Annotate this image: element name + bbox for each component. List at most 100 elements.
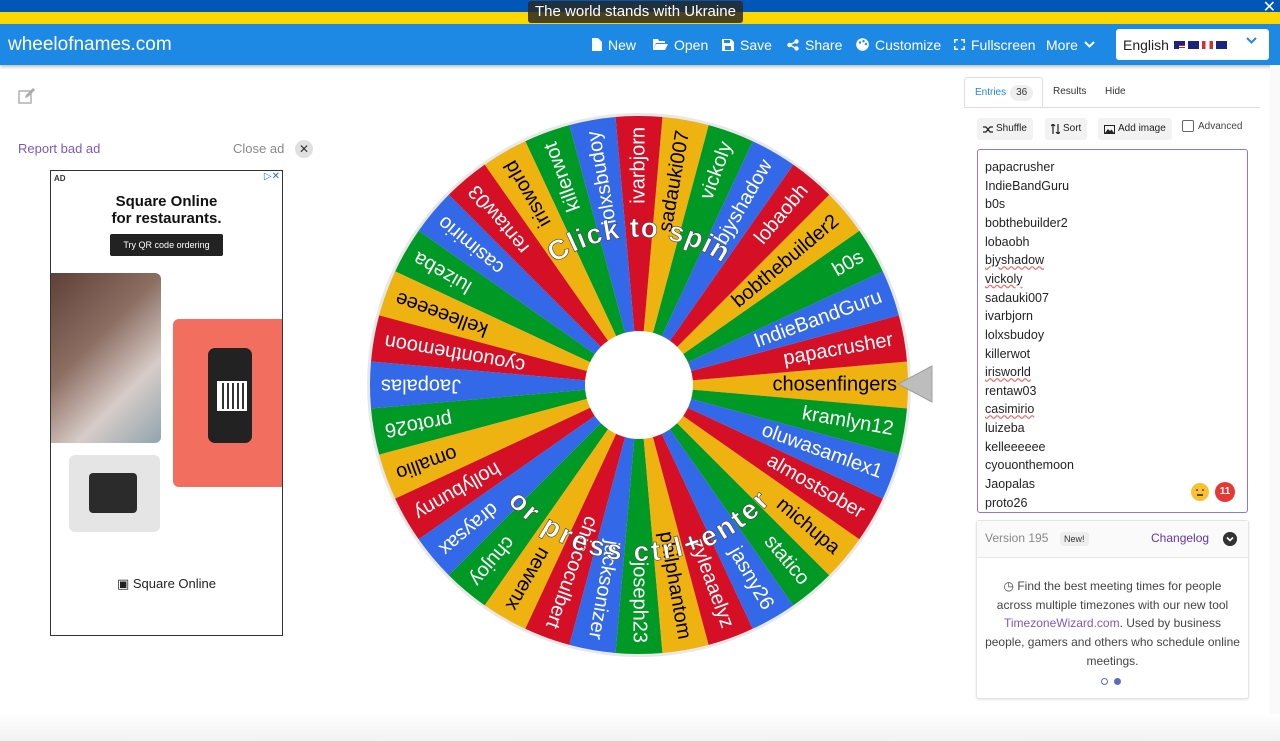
sort-icon	[1051, 124, 1060, 134]
customize-label: Customize	[875, 36, 942, 53]
entry-item: cyouonthemoon	[985, 458, 1074, 473]
entry-item: proto26	[985, 495, 1028, 510]
ad-headline-line-1: Square Online	[115, 193, 218, 210]
ad-tag: AD	[54, 174, 66, 183]
shuffle-button[interactable]: Shuffle	[977, 118, 1033, 140]
info-card: Version 195 New! Changelog ◷ Find the be…	[976, 520, 1249, 699]
entry-item: b0s	[985, 197, 1006, 212]
report-bad-ad-link[interactable]: Report bad ad	[18, 141, 100, 156]
page-scrollbar[interactable]	[1270, 65, 1280, 715]
entry-item: ivarbjorn	[985, 309, 1033, 324]
ad-headline-line-2: for restaurants.	[111, 210, 222, 227]
close-ad-icon[interactable]: ✕	[295, 140, 313, 158]
chevron-down-icon[interactable]	[1223, 532, 1237, 546]
banner-message: The world stands with Ukraine	[528, 1, 743, 23]
more-label: More	[1046, 36, 1078, 53]
clock-icon: ◷	[1003, 579, 1014, 593]
wheel-segment-label: joseph23	[629, 561, 651, 643]
entry-item: vickoly	[985, 271, 1023, 286]
save-label: Save	[740, 36, 772, 53]
uk-flag-icon	[1187, 40, 1199, 49]
add-image-button[interactable]: Add image	[1098, 118, 1172, 140]
image-icon	[1104, 124, 1115, 134]
entry-item: killerwot	[985, 346, 1031, 361]
entry-item: sadauki007	[985, 290, 1049, 305]
advanced-toggle[interactable]: Advanced	[1182, 120, 1242, 132]
tab-entries[interactable]: Entries 36	[964, 77, 1043, 107]
ad-banner[interactable]: AD ▷✕ Square Online for restaurants. Try…	[50, 170, 283, 636]
ad-brand-label: Square Online	[132, 576, 217, 591]
share-button[interactable]: Share	[787, 24, 842, 65]
advanced-label: Advanced	[1198, 120, 1243, 132]
open-label: Open	[674, 36, 709, 53]
folder-open-icon	[653, 39, 668, 50]
version-label: Version 195	[985, 531, 1049, 545]
ukraine-banner: The world stands with Ukraine ✕	[0, 0, 1280, 24]
banner-close-icon[interactable]: ✕	[1263, 0, 1276, 16]
new-badge: New!	[1060, 532, 1089, 546]
new-label: New	[608, 36, 637, 53]
expand-icon	[954, 39, 965, 50]
fullscreen-button[interactable]: Fullscreen	[954, 24, 1036, 65]
palette-icon	[856, 38, 869, 51]
panel-tabs: Entries 36 Results Hide	[964, 77, 1260, 108]
site-brand[interactable]: wheelofnames.com	[8, 24, 172, 65]
ad-choices-icon[interactable]: ▷✕	[264, 171, 280, 182]
advanced-checkbox[interactable]	[1182, 120, 1194, 132]
emoji-picker-icon[interactable]	[1191, 483, 1209, 501]
floppy-icon	[722, 38, 734, 51]
close-ad-label[interactable]: Close ad	[233, 141, 284, 156]
wheel-pointer-icon	[896, 365, 933, 403]
ad-brand: ▣ Square Online	[116, 576, 217, 591]
spin-wheel[interactable]: chosenfingerspapacrusherIndieBandGurub0s…	[366, 112, 912, 658]
shuffle-icon	[983, 125, 993, 133]
entry-item: bobthebuilder2	[985, 215, 1068, 230]
entry-item: Jaopalas	[985, 477, 1036, 492]
sort-button[interactable]: Sort	[1045, 118, 1088, 140]
fullscreen-label: Fullscreen	[971, 36, 1036, 53]
more-menu-button[interactable]: More	[1046, 24, 1095, 65]
chevron-down-icon	[1246, 37, 1257, 44]
carousel-dot-1[interactable]	[1101, 678, 1108, 685]
entry-item: irisworld	[985, 365, 1031, 380]
file-icon	[592, 38, 602, 51]
share-icon	[787, 38, 799, 51]
changelog-link[interactable]: Changelog	[1151, 531, 1209, 545]
ad-cta-button[interactable]: Try QR code ordering	[110, 234, 223, 256]
entry-item: lolxsbudoy	[985, 327, 1045, 342]
error-count-badge: 11	[1215, 482, 1235, 502]
add-image-label: Add image	[1118, 123, 1166, 134]
sort-label: Sort	[1063, 123, 1082, 134]
entry-item: IndieBandGuru	[985, 178, 1070, 193]
carousel-dots	[1101, 678, 1121, 685]
tab-hide[interactable]: Hide	[1105, 77, 1126, 107]
entries-count-badge: 36	[1010, 85, 1034, 101]
customize-button[interactable]: Customize	[856, 24, 941, 65]
entry-item: luizeba	[985, 421, 1025, 436]
top-navbar: wheelofnames.com New Open Save Share Cus…	[0, 24, 1280, 65]
wheel-segment-label: chosenfingers	[772, 373, 897, 395]
ad-printer-image	[89, 473, 137, 513]
entry-item: rentaw03	[985, 383, 1037, 398]
flag-icons	[1173, 40, 1227, 49]
wheel-center	[585, 331, 693, 439]
new-button[interactable]: New	[592, 24, 636, 65]
entries-textarea[interactable]: papacrusher IndieBandGuru b0s bobthebuilder…	[977, 149, 1248, 513]
language-label: English	[1123, 36, 1169, 53]
timezone-wizard-link[interactable]: TimezoneWizard.com	[1004, 616, 1120, 630]
page-footer	[0, 714, 1280, 741]
tab-results[interactable]: Results	[1053, 77, 1086, 107]
carousel-dot-2[interactable]	[1114, 678, 1121, 685]
entry-item: bjyshadow	[985, 253, 1045, 268]
ad-photo-people	[51, 273, 161, 443]
wheel-segment-label: ivarbjorn	[627, 127, 649, 204]
wheel-segment-label: Jaopalas	[381, 375, 461, 397]
open-button[interactable]: Open	[653, 24, 708, 65]
ad-qr-code-image	[217, 381, 247, 411]
chevron-down-icon	[1084, 40, 1095, 48]
entry-item: lobaobh	[985, 234, 1030, 249]
language-select[interactable]: English	[1116, 29, 1269, 60]
edit-title-icon[interactable]	[18, 88, 36, 104]
info-card-header: Version 195 New! Changelog	[977, 521, 1248, 558]
save-button[interactable]: Save	[722, 24, 772, 65]
